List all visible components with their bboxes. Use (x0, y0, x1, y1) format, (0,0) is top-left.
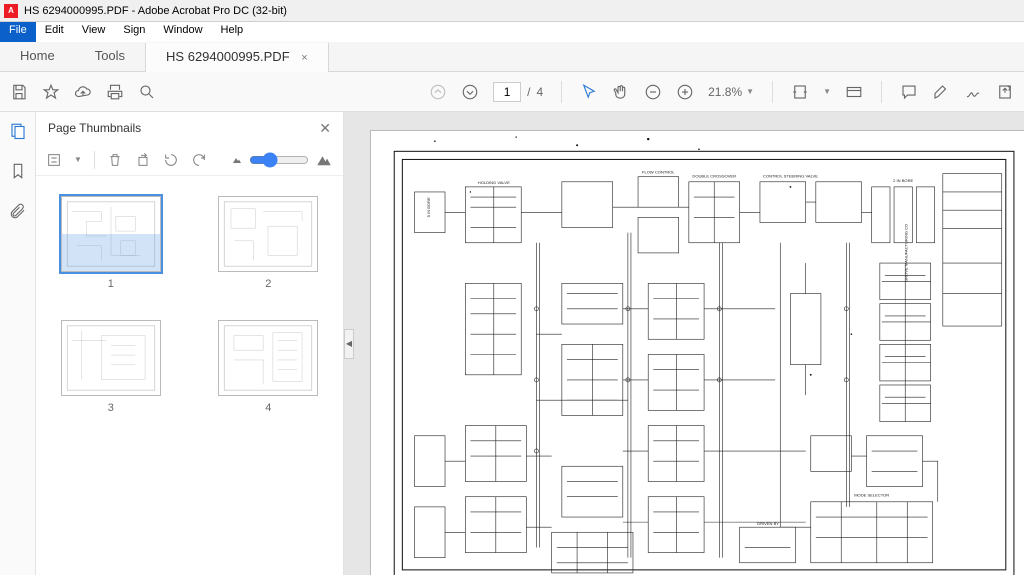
document-area[interactable]: ◀ GROVE MANUFACTURING CO (344, 112, 1024, 575)
menu-view[interactable]: View (73, 22, 115, 42)
thumbnail-tools: ▼ (36, 144, 343, 176)
tab-home[interactable]: Home (0, 42, 75, 71)
thumb-large-icon[interactable] (315, 151, 333, 169)
print-icon[interactable] (106, 83, 124, 101)
tab-document-label: HS 6294000995.PDF (166, 49, 290, 64)
thumbnail-page-4[interactable]: 4 (208, 320, 330, 414)
thumbnail-page-2[interactable]: 2 (208, 196, 330, 290)
thumbnails-rail-icon[interactable] (9, 122, 27, 140)
menu-edit[interactable]: Edit (36, 22, 73, 42)
delete-icon[interactable] (107, 152, 123, 168)
menu-bar: File Edit View Sign Window Help (0, 22, 1024, 42)
thumbnail-page-3[interactable]: 3 (50, 320, 172, 414)
page-down-icon[interactable] (461, 83, 479, 101)
tab-document[interactable]: HS 6294000995.PDF × (145, 43, 329, 72)
svg-text:2 IN BORE: 2 IN BORE (893, 178, 913, 183)
pointer-icon[interactable] (580, 83, 598, 101)
thumbnail-panel-header: Page Thumbnails ✕ (36, 112, 343, 144)
zoom-in-icon[interactable] (676, 83, 694, 101)
schematic-drawing: GROVE MANUFACTURING CO 5 IN BORE HOLDING… (371, 131, 1024, 575)
thumbnail-page-1[interactable]: 1 (50, 196, 172, 290)
zoom-dropdown[interactable]: 21.8% ▼ (708, 85, 754, 99)
svg-text:GROVE MANUFACTURING CO: GROVE MANUFACTURING CO (903, 224, 908, 282)
thumbnail-label: 1 (108, 278, 114, 290)
tab-tools[interactable]: Tools (75, 42, 145, 71)
menu-sign[interactable]: Sign (114, 22, 154, 42)
menu-help[interactable]: Help (212, 22, 253, 42)
svg-text:DOUBLE CROSSOVER: DOUBLE CROSSOVER (692, 174, 736, 179)
hand-icon[interactable] (612, 83, 630, 101)
thumb-small-icon[interactable] (231, 154, 243, 166)
svg-text:5 IN BORE: 5 IN BORE (426, 197, 431, 217)
main-area: Page Thumbnails ✕ ▼ 1 2 (0, 112, 1024, 575)
sign-icon[interactable] (964, 83, 982, 101)
page-up-icon[interactable] (429, 83, 447, 101)
thumb-options-chevron[interactable]: ▼ (74, 155, 82, 164)
title-bar: A HS 6294000995.PDF - Adobe Acrobat Pro … (0, 0, 1024, 22)
svg-text:CONTROL STEERING VALVE: CONTROL STEERING VALVE (763, 174, 818, 179)
fit-chevron-icon[interactable]: ▼ (823, 87, 831, 96)
menu-file[interactable]: File (0, 22, 36, 42)
thumbnail-grid: 1 2 3 4 (36, 176, 343, 575)
zoom-value: 21.8% (708, 85, 742, 99)
thumbnail-label: 3 (108, 402, 114, 414)
page-total: 4 (536, 85, 543, 99)
read-mode-icon[interactable] (845, 83, 863, 101)
page-number-input[interactable] (493, 82, 521, 102)
thumbnail-size-slider[interactable] (249, 152, 309, 168)
tab-bar: Home Tools HS 6294000995.PDF × (0, 42, 1024, 72)
page-controls: / 4 (493, 82, 543, 102)
thumbnail-panel: Page Thumbnails ✕ ▼ 1 2 (36, 112, 344, 575)
app-icon: A (4, 4, 18, 18)
search-icon[interactable] (138, 83, 156, 101)
side-rail (0, 112, 36, 575)
page-view[interactable]: GROVE MANUFACTURING CO 5 IN BORE HOLDING… (370, 130, 1024, 575)
thumb-options-icon[interactable] (46, 152, 62, 168)
rotate-page-icon[interactable] (135, 152, 151, 168)
highlight-icon[interactable] (932, 83, 950, 101)
svg-text:FLOW CONTROL: FLOW CONTROL (642, 170, 675, 175)
toolbar: / 4 21.8% ▼ ▼ (0, 72, 1024, 112)
page-sep: / (527, 85, 530, 99)
svg-text:HOLDING VALVE: HOLDING VALVE (478, 180, 510, 185)
collapse-panel-icon[interactable]: ◀ (344, 329, 354, 359)
cloud-icon[interactable] (74, 83, 92, 101)
save-icon[interactable] (10, 83, 28, 101)
bookmarks-rail-icon[interactable] (9, 162, 27, 180)
zoom-out-icon[interactable] (644, 83, 662, 101)
thumbnail-panel-title: Page Thumbnails (48, 121, 141, 135)
fit-width-icon[interactable] (791, 83, 809, 101)
chevron-down-icon: ▼ (746, 87, 754, 96)
close-panel-icon[interactable]: ✕ (319, 120, 331, 137)
attachments-rail-icon[interactable] (9, 202, 27, 220)
thumbnail-label: 4 (265, 402, 271, 414)
rotate-ccw-icon[interactable] (163, 152, 179, 168)
svg-text:DRIVEN BY: DRIVEN BY (757, 521, 779, 526)
star-icon[interactable] (42, 83, 60, 101)
svg-text:MODE SELECTOR: MODE SELECTOR (854, 493, 889, 498)
share-icon[interactable] (996, 83, 1014, 101)
tab-close-icon[interactable]: × (301, 52, 307, 64)
comment-icon[interactable] (900, 83, 918, 101)
window-title: HS 6294000995.PDF - Adobe Acrobat Pro DC… (24, 5, 287, 17)
rotate-cw-icon[interactable] (191, 152, 207, 168)
thumbnail-label: 2 (265, 278, 271, 290)
menu-window[interactable]: Window (154, 22, 211, 42)
